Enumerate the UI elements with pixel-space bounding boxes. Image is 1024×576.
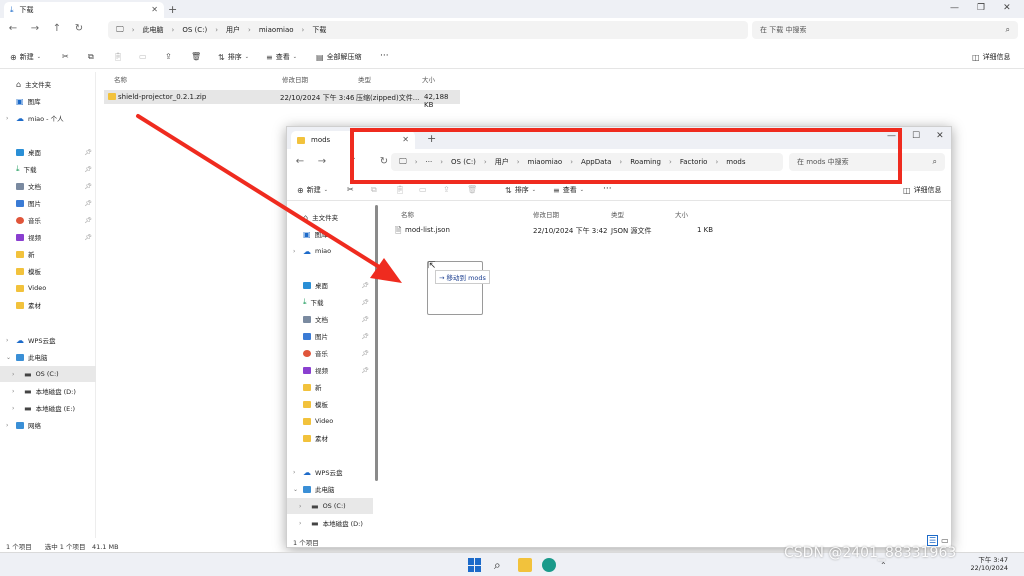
edge-icon[interactable]	[542, 558, 556, 572]
watermark: CSDN @2401_88331963	[784, 545, 957, 561]
search-icon[interactable]: ⌕	[494, 558, 508, 572]
annotation-arrow	[136, 114, 402, 283]
chevron-up-icon[interactable]: ⌃	[880, 561, 887, 570]
start-icon[interactable]	[468, 558, 482, 572]
file-explorer-icon[interactable]	[518, 558, 532, 572]
system-clock[interactable]: 下午 3:47 22/10/2024	[971, 556, 1008, 572]
